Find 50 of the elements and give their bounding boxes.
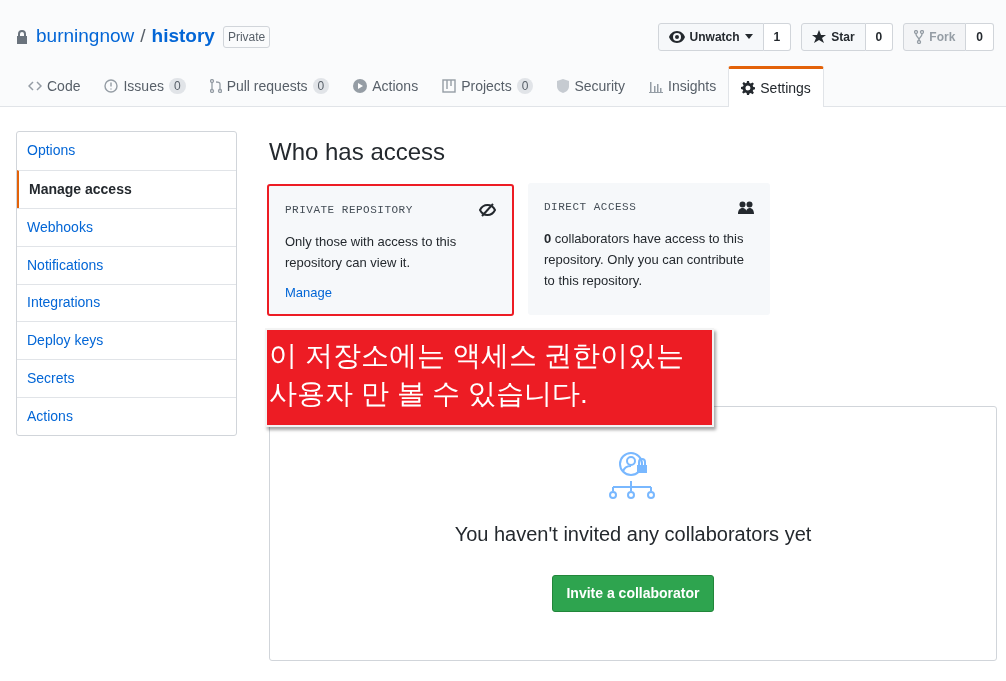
tab-counter: 0	[516, 78, 534, 94]
social-count[interactable]: 0	[865, 22, 894, 51]
eye-closed-icon	[479, 203, 496, 218]
caret-icon	[744, 34, 753, 39]
path-separator: /	[140, 24, 146, 49]
repo-tab[interactable]: Security	[545, 66, 637, 106]
lock-icon	[16, 28, 28, 45]
card-title: PRIVATE REPOSITORY	[285, 203, 413, 218]
annotation-callout: 이 저장소에는 액세스 권한이있는 사용자 만 볼 수 있습니다.	[265, 328, 714, 427]
owner-link[interactable]: burningnow	[36, 22, 135, 51]
pull-request-icon	[209, 79, 222, 93]
watch-button[interactable]: Unwatch	[657, 22, 764, 51]
sidebar-item[interactable]: Notifications	[17, 245, 236, 284]
private-label: Private	[222, 25, 271, 48]
project-board-icon	[442, 79, 457, 93]
people-icon	[738, 200, 754, 214]
repo-name-link[interactable]: history	[151, 22, 215, 51]
card-title: DIRECT ACCESS	[544, 200, 637, 215]
shield-icon	[557, 79, 570, 93]
tab-counter: 0	[312, 78, 330, 94]
section-heading: Who has access	[269, 140, 447, 164]
tab-counter: 0	[168, 78, 186, 94]
manage-link[interactable]: Manage	[285, 282, 332, 302]
star-icon	[812, 29, 827, 44]
repo-tab[interactable]: Actions	[341, 66, 431, 106]
sidebar-item[interactable]: Actions	[17, 397, 236, 435]
star-button[interactable]: Star	[801, 22, 866, 51]
empty-state-message: You haven't invited any collaborators yet	[454, 522, 812, 547]
sidebar-item[interactable]: Options	[17, 132, 236, 170]
repo-tab[interactable]: Projects 0	[430, 66, 546, 106]
sidebar-item[interactable]: Manage access	[17, 169, 236, 208]
issue-icon	[104, 79, 119, 93]
social-count[interactable]: 1	[763, 22, 792, 51]
sidebar-item[interactable]: Deploy keys	[17, 321, 236, 360]
fork-icon	[914, 29, 925, 44]
code-icon	[28, 81, 42, 91]
repo-tab[interactable]: Insights	[637, 66, 729, 106]
repo-tab[interactable]: Code	[16, 66, 93, 106]
settings-icon	[741, 81, 756, 95]
play-icon	[353, 79, 368, 93]
sidebar-item[interactable]: Webhooks	[17, 207, 236, 246]
card-description: 0 collaborators have access to this repository. Only you can contribute to this repository.	[544, 229, 745, 290]
sidebar-item[interactable]: Secrets	[17, 359, 236, 398]
repo-tab[interactable]: Issues 0	[92, 66, 198, 106]
repo-tab[interactable]: Settings	[728, 66, 824, 107]
repo-tab[interactable]: Pull requests 0	[197, 66, 342, 106]
eye-icon	[668, 30, 685, 43]
bar-graph-icon	[649, 79, 663, 93]
sidebar-item[interactable]: Integrations	[17, 283, 236, 322]
card-description: Only those with access to this repository can view it.	[285, 232, 458, 272]
